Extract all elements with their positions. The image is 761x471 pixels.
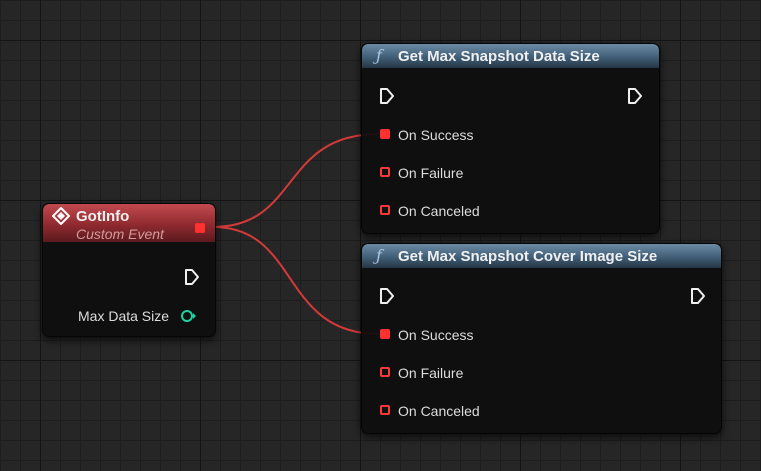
on-canceled-label: On Canceled (398, 403, 480, 419)
on-canceled-pin[interactable] (380, 405, 390, 415)
function-node-header[interactable]: ƒ Get Max Snapshot Cover Image Size (362, 244, 721, 268)
event-node-header[interactable]: GotInfo Custom Event (43, 204, 215, 242)
on-failure-label: On Failure (398, 365, 464, 381)
delegate-output-pin[interactable] (195, 223, 205, 233)
function-node-cover-image-size[interactable]: ƒ Get Max Snapshot Cover Image Size On S… (361, 243, 722, 434)
on-success-label: On Success (398, 327, 474, 343)
function-icon: ƒ (376, 246, 382, 265)
on-success-pin[interactable] (380, 329, 390, 339)
event-node-title: GotInfo (76, 208, 130, 225)
function-icon: ƒ (376, 46, 382, 65)
on-failure-pin[interactable] (380, 167, 390, 177)
delegate-wire-2 (212, 226, 380, 335)
on-success-pin[interactable] (380, 129, 390, 139)
exec-output-pin[interactable] (690, 287, 706, 305)
on-canceled-pin[interactable] (380, 205, 390, 215)
function-node-data-size[interactable]: ƒ Get Max Snapshot Data Size On Success … (361, 43, 660, 234)
exec-input-pin[interactable] (379, 87, 395, 105)
on-canceled-label: On Canceled (398, 203, 480, 219)
on-failure-pin[interactable] (380, 367, 390, 377)
integer-output-pin[interactable] (180, 309, 196, 323)
exec-input-pin[interactable] (379, 287, 395, 305)
max-data-size-label: Max Data Size (78, 308, 170, 324)
on-failure-label: On Failure (398, 165, 464, 181)
on-success-label: On Success (398, 127, 474, 143)
exec-output-pin[interactable] (627, 87, 643, 105)
event-node-subtitle: Custom Event (76, 226, 164, 242)
function-node-title: Get Max Snapshot Cover Image Size (398, 248, 658, 265)
exec-output-pin[interactable] (184, 268, 200, 286)
function-node-header[interactable]: ƒ Get Max Snapshot Data Size (362, 44, 659, 68)
event-node-gotinfo[interactable]: GotInfo Custom Event Max Data Size (42, 203, 216, 337)
delegate-wire-1 (212, 133, 380, 228)
event-diamond-icon (52, 207, 70, 225)
function-node-title: Get Max Snapshot Data Size (398, 48, 600, 65)
